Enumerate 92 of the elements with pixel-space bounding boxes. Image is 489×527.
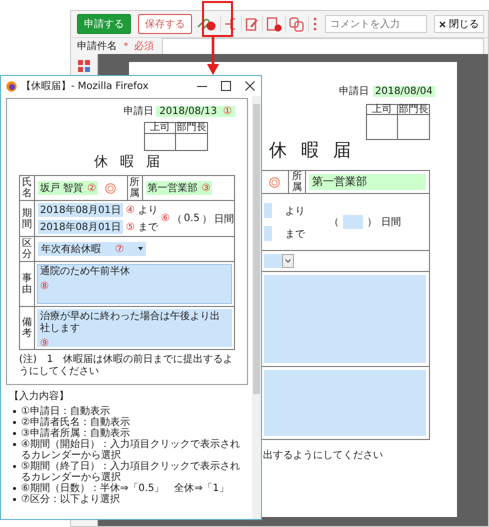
form-title: 休暇届 <box>93 153 173 171</box>
remarks-field[interactable] <box>264 370 426 436</box>
days-unit: 日間 <box>381 216 401 229</box>
bullet-icon <box>13 465 16 468</box>
note-text: 出するようにしてください <box>263 448 384 462</box>
reason-field[interactable] <box>264 275 426 363</box>
number-marker: ④ <box>126 204 135 216</box>
field-label: 所属 <box>126 176 142 200</box>
number-marker: ⑧ <box>40 281 50 293</box>
number-marker: ③ <box>202 182 210 194</box>
grid-icon[interactable] <box>78 60 90 72</box>
highlight-frame <box>202 1 233 37</box>
close-icon[interactable] <box>245 81 255 91</box>
comment-field[interactable]: コメントを入力 <box>325 15 427 33</box>
dropdown-arrow-icon <box>138 247 143 251</box>
form-title: 休暇届 <box>269 139 365 162</box>
suffix-label: より <box>138 204 158 217</box>
field-label: 期間 <box>20 201 35 236</box>
seal-icon <box>269 176 280 188</box>
field-label: 所属 <box>288 171 306 193</box>
date-field[interactable] <box>264 203 272 218</box>
subject-field[interactable] <box>162 38 484 54</box>
copy-icon[interactable] <box>289 16 305 32</box>
bullet-icon <box>13 487 16 490</box>
instruction-item: ⑥期間（日数）：半休⇒「0.5」 全休⇒「1」 <box>21 483 229 494</box>
instruction-item: ③申請者所属：自動表示 <box>21 428 130 439</box>
name-value: 坂戸 智賀 <box>40 182 84 195</box>
field-label: 氏名 <box>20 176 35 200</box>
required-label: ＊ 必須 <box>121 40 154 53</box>
subject-label: 申請件名 <box>77 40 117 53</box>
bullet-icon <box>13 410 16 413</box>
number-marker: ② <box>87 182 96 194</box>
bullet-icon <box>13 443 16 446</box>
category-select[interactable] <box>264 254 294 268</box>
instruction-item: ①申請日：自動表示 <box>21 406 110 417</box>
bullet-icon <box>13 498 16 501</box>
seal-icon <box>105 182 116 194</box>
date-field[interactable] <box>264 226 272 241</box>
date-field[interactable]: 2018年08月01日 <box>38 203 123 217</box>
document-icon[interactable] <box>266 16 282 32</box>
remarks-field[interactable]: 治療が早めに終わった場合は午後より出社します ⑨ <box>37 309 232 347</box>
date-value: 2018/08/13 <box>159 106 218 116</box>
suffix-label: より <box>285 204 305 218</box>
browser-icon <box>6 80 17 92</box>
close-icon <box>439 20 446 28</box>
date-label: 申請日 <box>123 104 154 118</box>
branch-icon[interactable] <box>224 17 238 31</box>
date-field[interactable]: 2018年08月01日 <box>38 220 123 234</box>
number-marker: ⑦ <box>115 244 124 254</box>
number-marker: ⑥ <box>160 213 170 224</box>
affiliation-value: 第一営業部 <box>148 182 198 195</box>
field-label: 区分 <box>20 237 35 261</box>
instruction-item: ⑦区分：以下より選択 <box>21 494 120 505</box>
days-unit: 日間 <box>214 212 234 226</box>
instruction-item: ②申請者氏名：自動表示 <box>21 417 130 428</box>
bracket: ） <box>202 212 212 226</box>
approval-table: 上司 部門長 <box>366 104 430 140</box>
days-value[interactable]: 0.5 <box>184 213 200 224</box>
field-label: 事由 <box>20 262 35 306</box>
approval-table: 上司 部門長 <box>144 122 208 151</box>
field-label: 備考 <box>20 307 35 349</box>
affiliation-value: 第一営業部 <box>309 174 426 190</box>
bullet-icon <box>13 421 16 424</box>
number-marker: ⑨ <box>40 338 50 350</box>
more-icon[interactable] <box>312 17 318 31</box>
window-title: 【休暇届】- Mozilla Firefox <box>21 80 150 93</box>
save-button[interactable]: 保存する <box>138 14 192 34</box>
submit-button[interactable]: 申請する <box>77 14 131 34</box>
scrollbar[interactable] <box>252 96 261 519</box>
days-field[interactable] <box>343 215 363 229</box>
date-value: 2018/08/04 <box>373 86 435 96</box>
attachment-icon[interactable] <box>195 17 217 31</box>
number-marker: ① <box>223 106 232 116</box>
bracket: （ <box>172 212 182 226</box>
section-heading: 【入力内容】 <box>9 390 70 403</box>
maximize-icon[interactable] <box>221 81 231 91</box>
close-button[interactable]: 閉じる <box>434 15 484 33</box>
instruction-item: ⑤期間（終了日）：入力項目クリックで表示されるカレンダーから選択 <box>21 461 241 483</box>
reason-field[interactable]: 通院のため午前半休 ⑧ <box>37 264 232 304</box>
bracket: （ <box>329 216 339 229</box>
number-marker: ⑤ <box>126 222 135 232</box>
chevron-down-icon <box>285 259 291 263</box>
instruction-item: ④期間（開始日）：入力項目クリックで表示されるカレンダーから選択 <box>21 439 241 461</box>
bullet-icon <box>13 432 16 435</box>
edit-icon[interactable] <box>245 17 259 31</box>
category-select[interactable]: 年次有給休暇 ⑦ <box>38 242 146 256</box>
bracket: ） <box>367 216 377 229</box>
arrow <box>207 35 219 75</box>
suffix-label: まで <box>138 221 158 234</box>
date-label: 申請日 <box>339 84 369 98</box>
suffix-label: まで <box>285 228 305 240</box>
note-text: (注) 1 休暇届は休暇の前日までに提出するようにしてください <box>19 354 234 378</box>
